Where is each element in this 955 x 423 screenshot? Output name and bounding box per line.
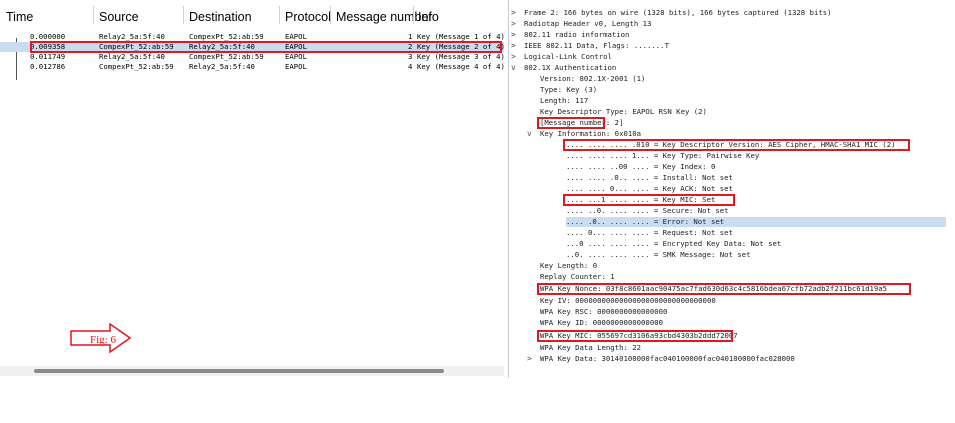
expand-arrow-icon[interactable]: >	[511, 52, 516, 62]
figure-label: Fig: 6	[90, 334, 116, 346]
tree-item-llc[interactable]: > Logical-Link Control	[511, 52, 612, 62]
expand-arrow-icon[interactable]: >	[511, 41, 516, 51]
tree-item-radio-info[interactable]: >802.11 radio information	[511, 30, 629, 40]
field-wpa-key-rsc[interactable]: WPA Key RSC: 0000000000000000	[540, 307, 667, 317]
bit-smk-message[interactable]: ..0. .... .... .... = SMK Message: Not s…	[566, 250, 751, 260]
column-header-destination[interactable]: Destination	[189, 10, 252, 24]
expand-arrow-icon[interactable]: >	[511, 30, 516, 40]
bit-error[interactable]: .... .0.. .... .... = Error: Not set	[566, 217, 946, 227]
highlight-box-key-descriptor-version	[563, 139, 910, 151]
packet-list-pane: Time Source Destination Protocol Message…	[0, 0, 504, 378]
table-row[interactable]: 0.012786 CompexPt_52:ab:59 Relay2_5a:5f:…	[0, 62, 504, 72]
packet-details-pane: > Frame 2: 166 bytes on wire (1328 bits),…	[510, 0, 955, 378]
column-separator[interactable]	[93, 6, 94, 24]
pane-splitter[interactable]	[508, 0, 509, 378]
field-wpa-key-id[interactable]: WPA Key ID: 0000000000000000	[540, 318, 663, 328]
cell-source: CompexPt_52:ab:59	[99, 62, 174, 71]
cell-message-number: 4	[408, 62, 413, 71]
table-row[interactable]: 0.011749 Relay2_5a:5f:40 CompexPt_52:ab:…	[0, 52, 504, 62]
bit-secure[interactable]: .... ..0. .... .... = Secure: Not set	[566, 206, 729, 216]
field-key-iv[interactable]: Key IV: 00000000000000000000000000000000	[540, 296, 716, 306]
tree-item-frame[interactable]: > Frame 2: 166 bytes on wire (1328 bits),…	[511, 8, 832, 18]
scrollbar-thumb[interactable]	[34, 369, 444, 373]
tree-item-key-information[interactable]: v Key Information: 0x010a	[527, 129, 641, 139]
field-wpa-key-data-length[interactable]: WPA Key Data Length: 22	[540, 343, 641, 353]
highlight-box-key-mic-bit	[563, 194, 735, 206]
cell-destination: Relay2_5a:5f:40	[189, 62, 255, 71]
bit-key-index[interactable]: .... .... ..00 .... = Key Index: 0	[566, 162, 715, 172]
highlight-box-message-number	[537, 117, 605, 129]
tree-item-wpa-key-data[interactable]: > WPA Key Data: 30140100000fac040100000fa…	[527, 354, 795, 364]
field-key-descriptor-type[interactable]: Key Descriptor Type: EAPOL RSN Key (2)	[540, 107, 707, 117]
highlight-box-selected-row	[30, 41, 502, 53]
column-header-source[interactable]: Source	[99, 10, 139, 24]
field-type[interactable]: Type: Key (3)	[540, 85, 597, 95]
tree-item-8021x[interactable]: v 802.1X Authentication	[511, 63, 616, 73]
highlight-box-wpa-key-mic	[537, 330, 733, 342]
bit-install[interactable]: .... .... .0.. .... = Install: Not set	[566, 173, 733, 183]
tree-item-ieee80211[interactable]: > IEEE 802.11 Data, Flags: .......T	[511, 41, 669, 51]
bit-request[interactable]: .... 0... .... .... = Request: Not set	[566, 228, 733, 238]
column-separator[interactable]	[413, 6, 414, 24]
highlight-box-wpa-key-nonce	[537, 283, 911, 295]
cell-source: Relay2_5a:5f:40	[99, 52, 165, 61]
field-key-length[interactable]: Key Length: 0	[540, 261, 597, 271]
cell-info: Key (Message 3 of 4)	[417, 52, 504, 61]
cell-time: 0.011749	[30, 52, 66, 61]
field-length[interactable]: Length: 117	[540, 96, 588, 106]
field-version[interactable]: Version: 802.1X-2001 (1)	[540, 74, 645, 84]
column-header-protocol[interactable]: Protocol	[285, 10, 331, 24]
packet-list-header: Time Source Destination Protocol Message…	[0, 0, 504, 30]
column-separator[interactable]	[279, 6, 280, 24]
column-separator[interactable]	[330, 6, 331, 24]
bit-encrypted-key-data[interactable]: ...0 .... .... .... = Encrypted Key Data…	[566, 239, 781, 249]
collapse-arrow-icon[interactable]: v	[511, 63, 516, 73]
cell-protocol: EAPOL	[285, 62, 307, 71]
collapse-arrow-icon[interactable]: v	[527, 129, 532, 139]
cell-destination: CompexPt_52:ab:59	[189, 52, 264, 61]
column-separator[interactable]	[183, 6, 184, 24]
expand-arrow-icon[interactable]: >	[527, 354, 532, 364]
cell-protocol: EAPOL	[285, 52, 307, 61]
field-replay-counter[interactable]: Replay Counter: 1	[540, 272, 615, 282]
cell-info: Key (Message 4 of 4)	[417, 62, 504, 71]
bit-key-ack[interactable]: .... .... 0... .... = Key ACK: Not set	[566, 184, 733, 194]
bit-key-type[interactable]: .... .... .... 1... = Key Type: Pairwise…	[566, 151, 759, 161]
cell-time: 0.012786	[30, 62, 66, 71]
cell-message-number: 3	[408, 52, 413, 61]
tree-item-radiotap[interactable]: > Radiotap Header v0, Length 13	[511, 19, 651, 29]
expand-arrow-icon[interactable]: >	[511, 8, 516, 18]
column-header-time[interactable]: Time	[6, 10, 33, 24]
expand-arrow-icon[interactable]: >	[511, 19, 516, 29]
column-header-info[interactable]: Info	[418, 10, 439, 24]
